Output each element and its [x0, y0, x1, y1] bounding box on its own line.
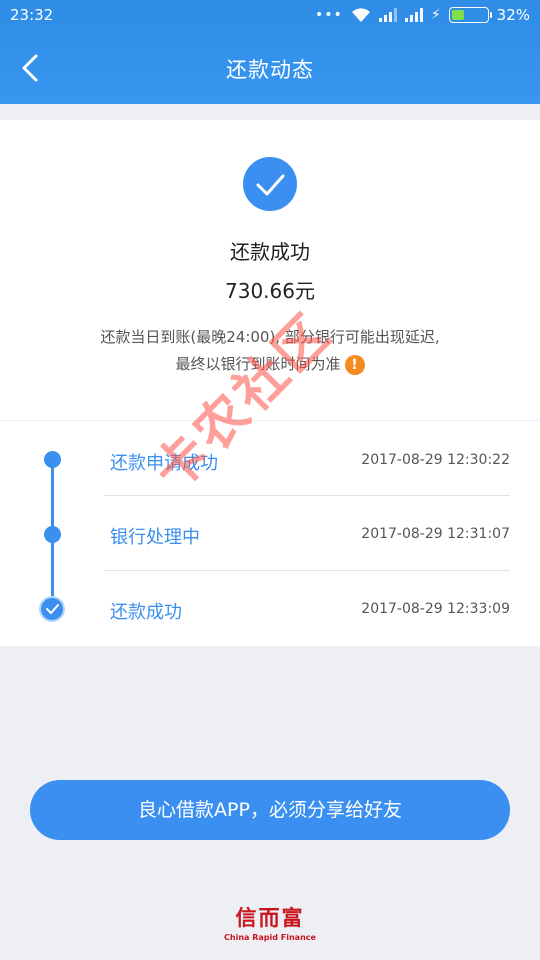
nav-bar: 还款动态 [0, 32, 540, 104]
battery-percent: 32% [496, 6, 530, 24]
share-button[interactable]: 良心借款APP，必须分享给好友 [30, 780, 510, 840]
battery-icon [448, 7, 492, 23]
wifi-icon [351, 8, 370, 22]
logo-en: China Rapid Finance [224, 933, 316, 942]
timeline-divider [104, 495, 510, 496]
timeline-time: 2017-08-29 12:31:07 [361, 526, 510, 542]
note-line-2-text: 最终以银行到账时间为准 [175, 355, 341, 373]
result-card: 还款成功 730.66元 还款当日到账(最晚24:00), 部分银行可能出现延迟… [0, 120, 540, 420]
progress-timeline: 还款申请成功 2017-08-29 12:30:22 银行处理中 2017-08… [0, 421, 540, 646]
result-amount: 730.66元 [225, 279, 315, 303]
timeline-label: 银行处理中 [110, 527, 200, 548]
warning-icon[interactable]: ! [344, 354, 365, 375]
status-icons: ••• ⚡ 32% [315, 6, 530, 24]
charging-icon: ⚡ [430, 7, 441, 23]
logo-cn: 信而富 [235, 905, 305, 930]
timeline-divider [104, 570, 510, 571]
timeline-time: 2017-08-29 12:30:22 [361, 452, 510, 468]
signal-icon-1 [378, 8, 397, 22]
note-line-1: 还款当日到账(最晚24:00), 部分银行可能出现延迟, [100, 328, 440, 346]
timeline-time: 2017-08-29 12:33:09 [361, 601, 510, 617]
timeline-dot [44, 451, 61, 468]
status-time: 23:32 [10, 6, 54, 24]
signal-icon-2 [404, 8, 423, 22]
result-title: 还款成功 [230, 240, 310, 264]
app-header: 23:32 ••• ⚡ 32% 还款动态 [0, 0, 540, 104]
success-check-icon [243, 157, 297, 211]
timeline-label: 还款申请成功 [110, 453, 218, 474]
brand-logo: 信而富 China Rapid Finance [0, 902, 540, 942]
status-bar: 23:32 ••• ⚡ 32% [0, 0, 540, 32]
timeline-dot [44, 526, 61, 543]
page-title: 还款动态 [226, 58, 314, 82]
more-dots-icon: ••• [315, 7, 343, 23]
timeline-check-icon [39, 596, 65, 622]
note-line-2: 最终以银行到账时间为准! [0, 353, 540, 375]
timeline-label: 还款成功 [110, 602, 182, 623]
